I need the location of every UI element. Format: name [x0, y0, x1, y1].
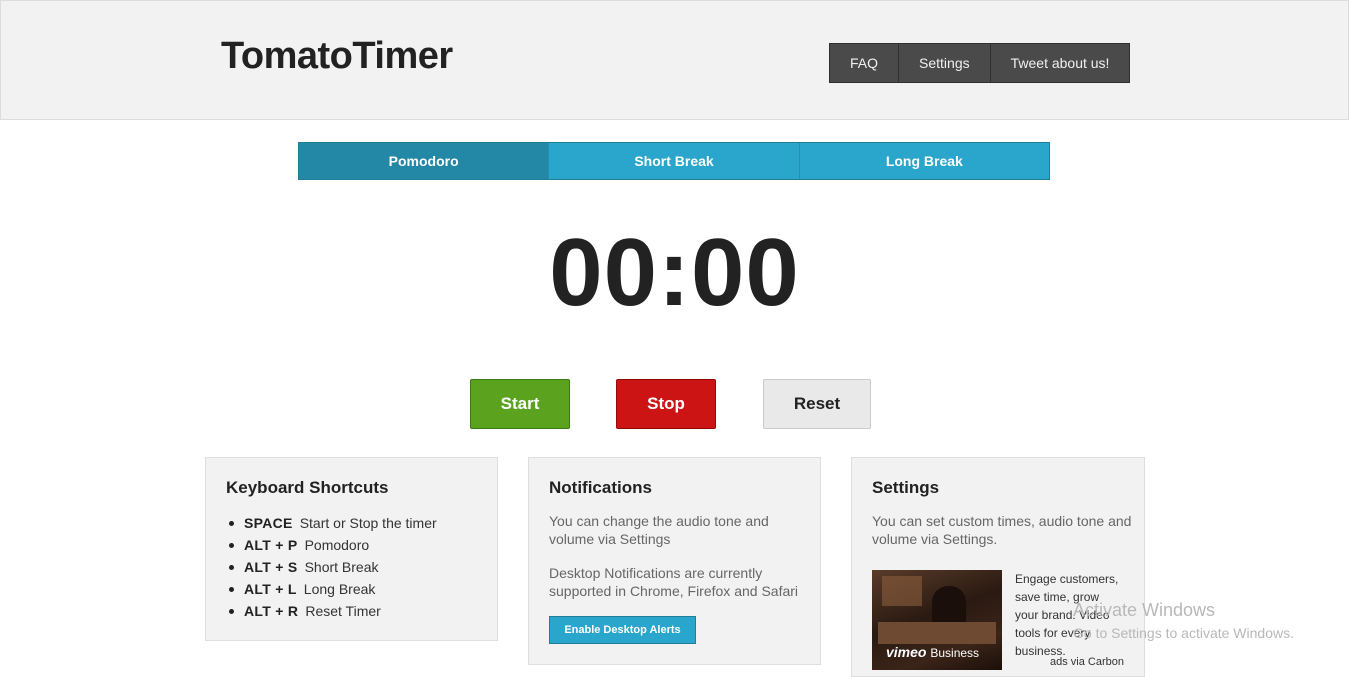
notifications-support-text: Desktop Notifications are currently supp… [549, 565, 799, 599]
shortcut-desc: Reset Timer [305, 603, 381, 619]
panel-title: Settings [872, 478, 940, 497]
shortcut-desc: Start or Stop the timer [299, 515, 437, 531]
tab-pomodoro[interactable]: Pomodoro [299, 143, 550, 179]
ad-image-light [882, 576, 922, 606]
brand-name: vimeo [886, 644, 927, 660]
list-item: ALT + S Short Break [226, 556, 437, 578]
timer-display: 00:00 [549, 219, 800, 326]
faq-button[interactable]: FAQ [830, 44, 900, 82]
settings-panel: Settings You can set custom times, audio… [851, 457, 1145, 677]
notifications-panel: Notifications You can change the audio t… [528, 457, 821, 665]
tab-long-break[interactable]: Long Break [799, 143, 1049, 179]
shortcut-desc: Short Break [304, 559, 379, 575]
shortcut-key: ALT + R [244, 603, 299, 619]
keyboard-shortcuts-panel: Keyboard Shortcuts SPACE Start or Stop th… [205, 457, 498, 641]
site-header: TomatoTimer FAQ Settings Tweet about us! [0, 0, 1349, 120]
watermark-subtitle: Go to Settings to activate Windows. [1073, 625, 1294, 641]
list-item: ALT + L Long Break [226, 578, 437, 600]
settings-button[interactable]: Settings [899, 44, 991, 82]
brand-suffix: Business [930, 646, 980, 660]
settings-text: You can set custom times, audio tone and… [872, 513, 1132, 547]
enable-desktop-alerts-button[interactable]: Enable Desktop Alerts [549, 616, 696, 644]
tab-short-break[interactable]: Short Break [549, 143, 800, 179]
reset-button[interactable]: Reset [763, 379, 871, 429]
ad-via-link[interactable]: ads via Carbon [1050, 656, 1124, 668]
start-button[interactable]: Start [470, 379, 570, 429]
timer-mode-tabs: Pomodoro Short Break Long Break [298, 142, 1050, 180]
shortcut-desc: Pomodoro [304, 537, 370, 553]
list-item: SPACE Start or Stop the timer [226, 512, 437, 534]
shortcut-list: SPACE Start or Stop the timer ALT + P Pomo… [226, 512, 437, 622]
tweet-button[interactable]: Tweet about us! [991, 44, 1130, 82]
ad-image-table [878, 622, 996, 644]
list-item: ALT + P Pomodoro [226, 534, 437, 556]
shortcut-key: ALT + L [244, 581, 297, 597]
ad-image[interactable]: vimeo Business [872, 570, 1002, 670]
panel-title: Notifications [549, 478, 652, 497]
shortcut-key: SPACE [244, 515, 293, 531]
activate-windows-watermark: Activate Windows Go to Settings to activ… [1073, 600, 1294, 641]
shortcut-desc: Long Break [303, 581, 376, 597]
vimeo-logo: vimeo Business [886, 644, 979, 660]
shortcut-key: ALT + P [244, 537, 298, 553]
stop-button[interactable]: Stop [616, 379, 716, 429]
shortcut-key: ALT + S [244, 559, 298, 575]
panel-title: Keyboard Shortcuts [226, 478, 389, 497]
notifications-audio-text: You can change the audio tone and volume… [549, 513, 769, 547]
list-item: ALT + R Reset Timer [226, 600, 437, 622]
site-logo[interactable]: TomatoTimer [221, 35, 453, 78]
top-nav: FAQ Settings Tweet about us! [829, 43, 1131, 83]
watermark-title: Activate Windows [1073, 600, 1216, 620]
